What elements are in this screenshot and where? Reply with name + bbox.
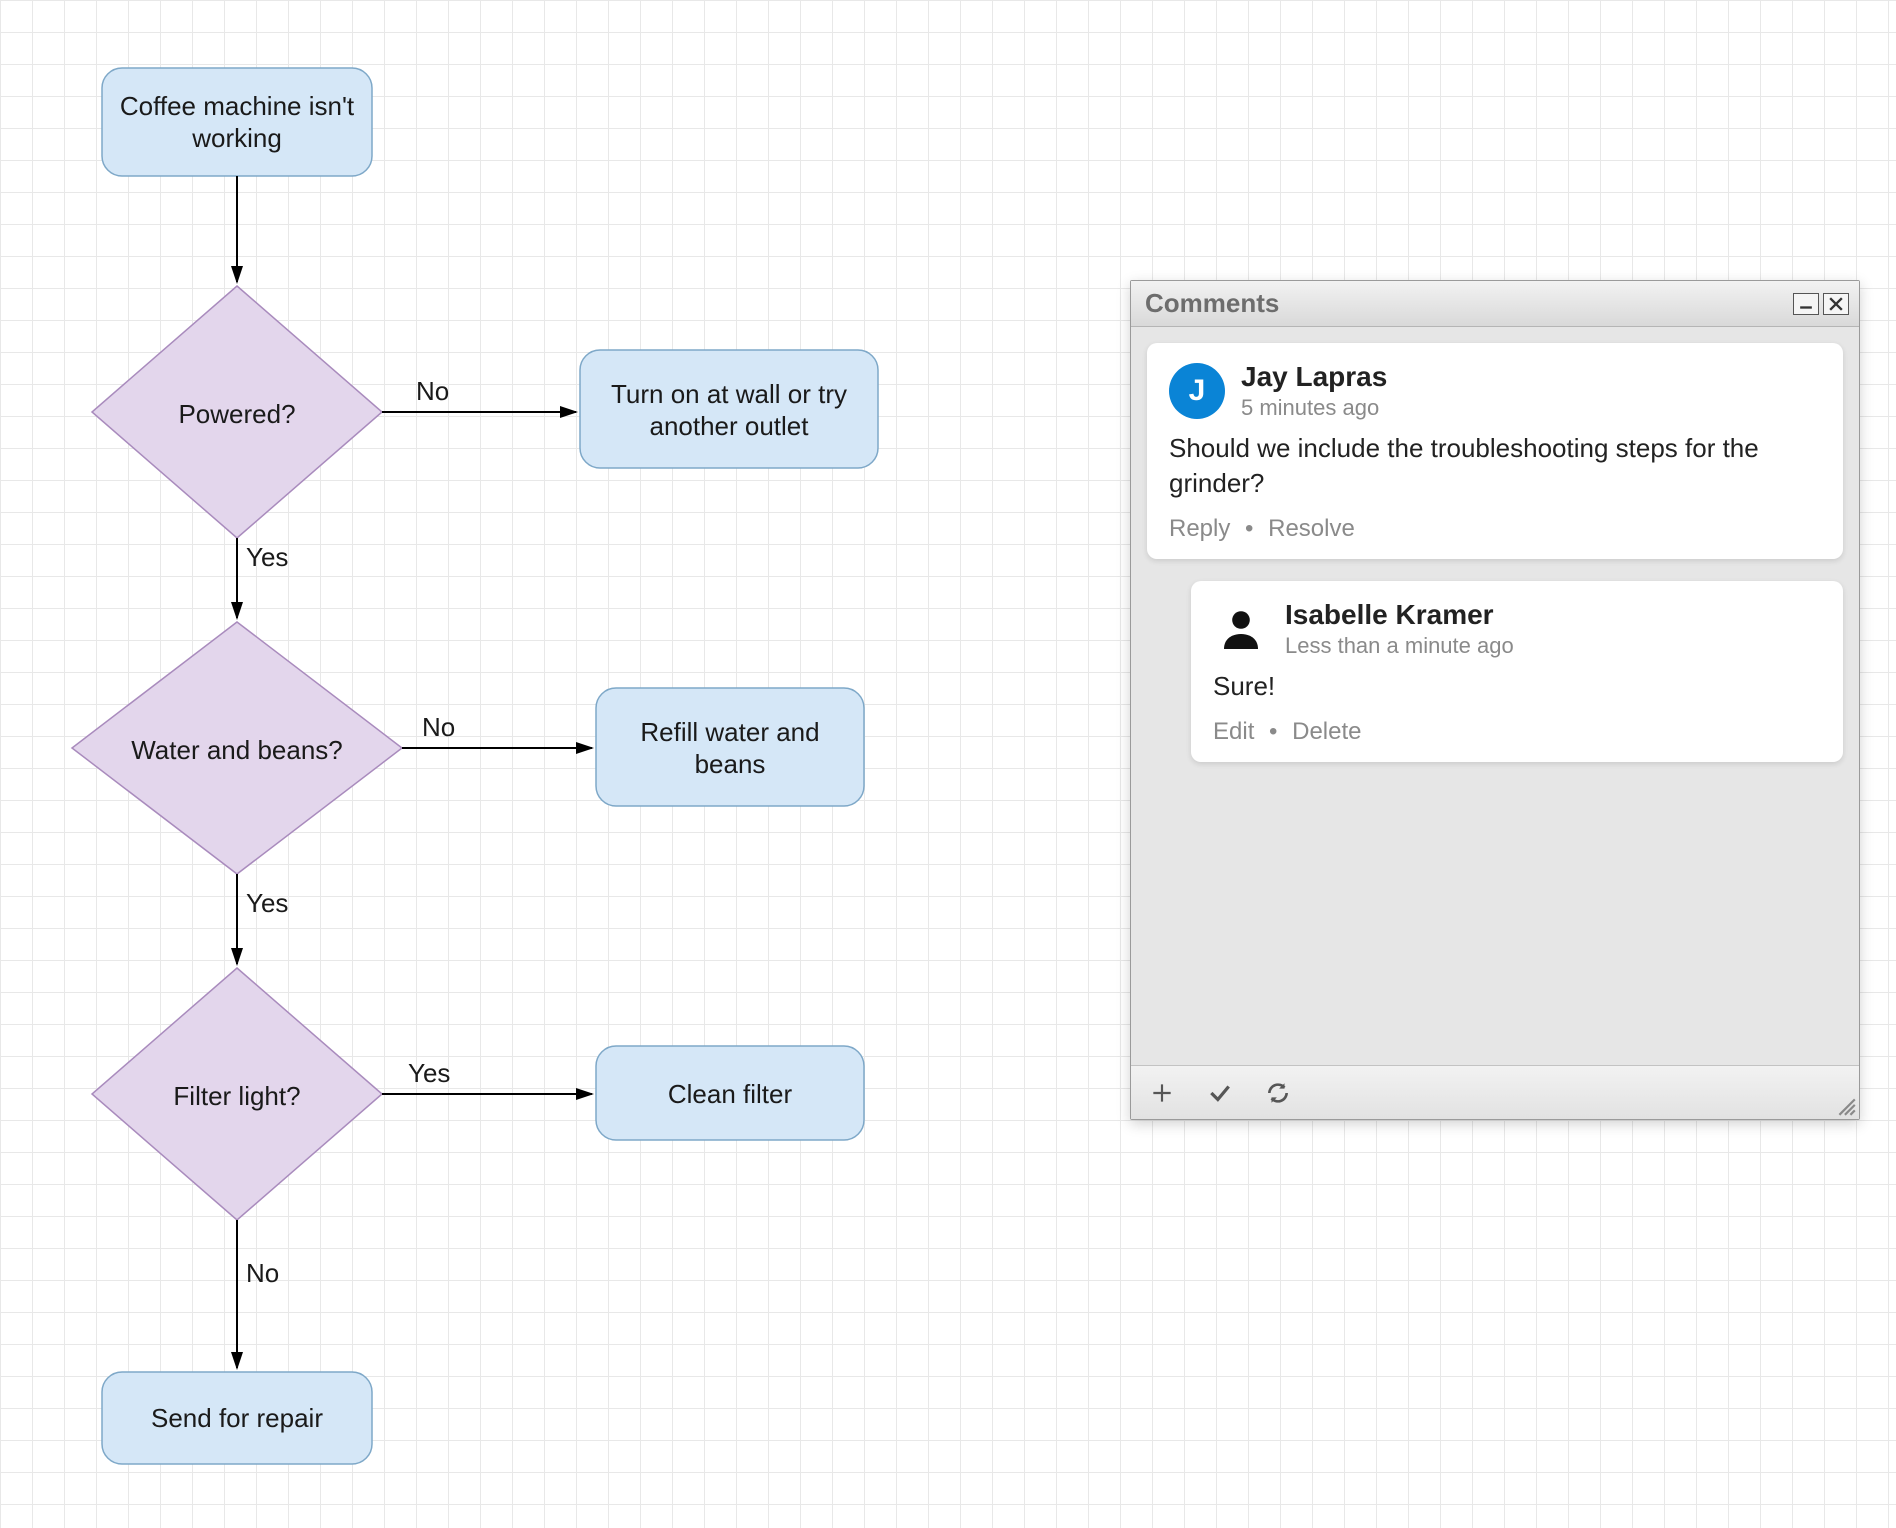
node-refill[interactable]: Refill water and beans xyxy=(596,688,864,806)
label-powered-yes: Yes xyxy=(246,542,288,572)
avatar xyxy=(1213,601,1269,657)
comment-card[interactable]: Isabelle Kramer Less than a minute ago S… xyxy=(1191,581,1843,762)
refresh-button[interactable] xyxy=(1263,1078,1293,1108)
node-repair-text: Send for repair xyxy=(151,1403,323,1433)
delete-link[interactable]: Delete xyxy=(1292,718,1361,745)
add-comment-button[interactable] xyxy=(1147,1078,1177,1108)
refresh-icon xyxy=(1265,1080,1291,1106)
node-filter[interactable]: Filter light? xyxy=(92,968,382,1220)
comment-time: 5 minutes ago xyxy=(1241,395,1387,421)
comment-author: Isabelle Kramer xyxy=(1285,599,1514,631)
comment-actions: Reply • Resolve xyxy=(1169,515,1821,543)
node-repair[interactable]: Send for repair xyxy=(102,1372,372,1464)
check-icon xyxy=(1207,1080,1233,1106)
comments-body[interactable]: J Jay Lapras 5 minutes ago Should we inc… xyxy=(1131,327,1859,1065)
node-powered[interactable]: Powered? xyxy=(92,286,382,538)
svg-text:working: working xyxy=(191,123,282,153)
resolve-link[interactable]: Resolve xyxy=(1268,515,1355,542)
comment-card[interactable]: J Jay Lapras 5 minutes ago Should we inc… xyxy=(1147,343,1843,559)
svg-text:Turn on at wall or try: Turn on at wall or try xyxy=(611,379,847,409)
resize-grip[interactable] xyxy=(1835,1095,1857,1117)
node-filter-text: Filter light? xyxy=(173,1081,300,1111)
node-start[interactable]: Coffee machine isn't working xyxy=(102,68,372,176)
comment-actions: Edit • Delete xyxy=(1213,718,1821,746)
comments-footer xyxy=(1131,1065,1859,1119)
comments-title: Comments xyxy=(1145,288,1793,319)
svg-text:another outlet: another outlet xyxy=(649,411,809,441)
comments-panel[interactable]: Comments J Jay Lapras 5 minutes ago Shou… xyxy=(1130,280,1860,1120)
label-water-no: No xyxy=(422,712,455,742)
reply-link[interactable]: Reply xyxy=(1169,515,1230,542)
node-start-text-line1: Coffee machine isn't xyxy=(120,91,355,121)
node-powered-text: Powered? xyxy=(178,399,295,429)
close-button[interactable] xyxy=(1823,293,1849,315)
comment-text: Sure! xyxy=(1213,669,1821,704)
comment-author: Jay Lapras xyxy=(1241,361,1387,393)
svg-text:Refill water and: Refill water and xyxy=(640,717,819,747)
label-filter-no: No xyxy=(246,1258,279,1288)
person-icon xyxy=(1217,605,1265,653)
label-powered-no: No xyxy=(416,376,449,406)
label-water-yes: Yes xyxy=(246,888,288,918)
comment-text: Should we include the troubleshooting st… xyxy=(1169,431,1821,501)
node-clean[interactable]: Clean filter xyxy=(596,1046,864,1140)
node-water-text: Water and beans? xyxy=(131,735,343,765)
edit-link[interactable]: Edit xyxy=(1213,718,1254,745)
resize-grip-icon xyxy=(1835,1095,1857,1117)
avatar: J xyxy=(1169,363,1225,419)
svg-text:beans: beans xyxy=(695,749,766,779)
comment-time: Less than a minute ago xyxy=(1285,633,1514,659)
comments-titlebar[interactable]: Comments xyxy=(1131,281,1859,327)
minimize-button[interactable] xyxy=(1793,293,1819,315)
node-clean-text: Clean filter xyxy=(668,1079,793,1109)
plus-icon xyxy=(1149,1080,1175,1106)
node-outlet[interactable]: Turn on at wall or try another outlet xyxy=(580,350,878,468)
resolve-all-button[interactable] xyxy=(1205,1078,1235,1108)
node-water[interactable]: Water and beans? xyxy=(72,622,402,874)
label-filter-yes: Yes xyxy=(408,1058,450,1088)
